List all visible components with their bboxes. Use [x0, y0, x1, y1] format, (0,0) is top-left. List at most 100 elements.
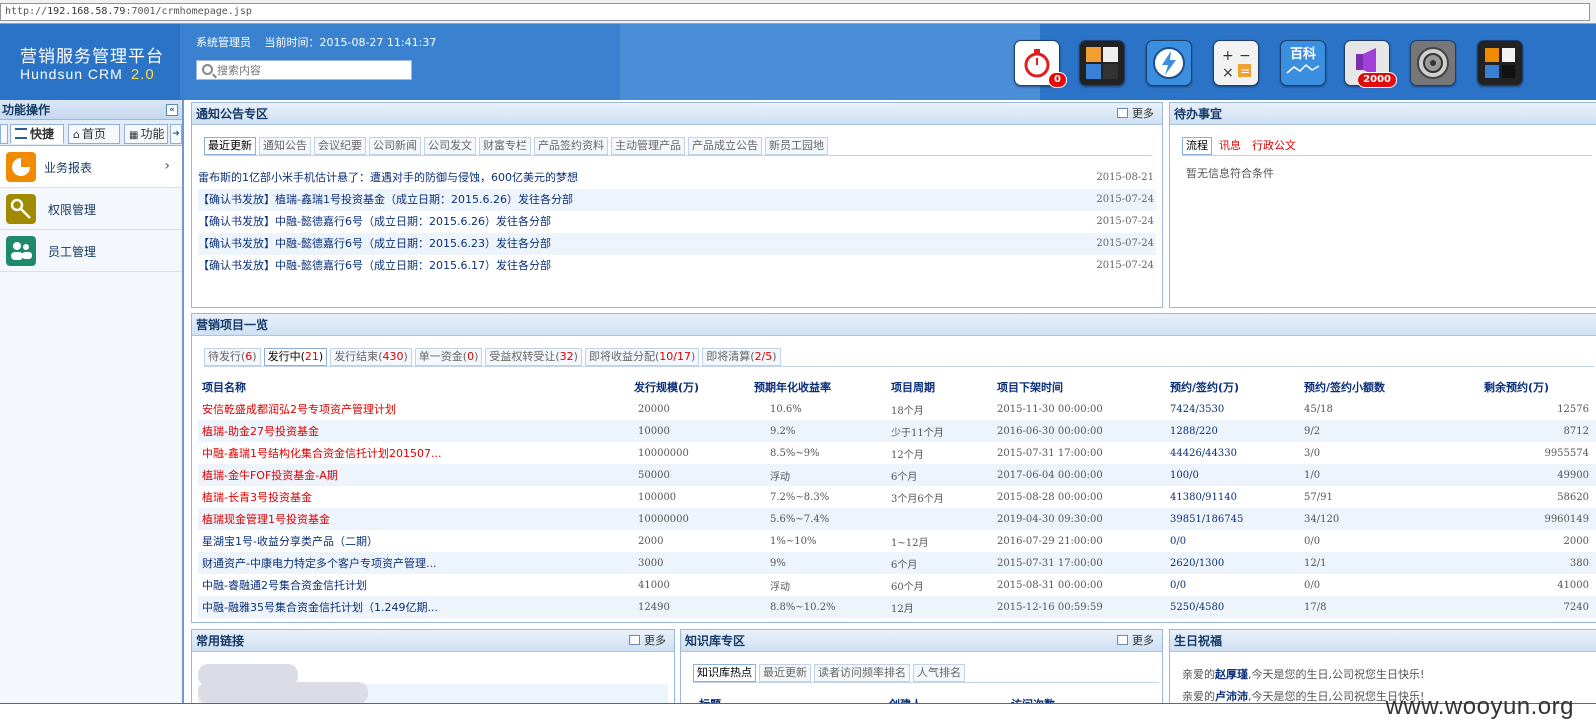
cell-name[interactable]: 星湖宝1号-收益分享类产品（二期）	[198, 530, 634, 552]
cell-sign[interactable]: 7424/3530	[1170, 398, 1304, 420]
cell-name[interactable]: 植瑞现金管理1号投资基金	[198, 508, 634, 530]
cell-sign[interactable]: 2620/1300	[1170, 552, 1304, 574]
search-box[interactable]	[196, 60, 412, 80]
search-icon[interactable]	[202, 64, 213, 75]
cell-small: 0/0	[1304, 579, 1321, 591]
notice-item[interactable]: 【确认书发放】中融-懿德嘉行6号（成立日期：2015.6.17）发往各分部	[198, 255, 551, 277]
announcement-icon[interactable]: 2000	[1344, 40, 1397, 88]
sidebar-item-reports[interactable]: 业务报表 ›	[0, 146, 182, 188]
tiles-icon[interactable]	[1477, 40, 1523, 86]
cell-name[interactable]: 植瑞-金牛FOF投资基金-A期	[198, 464, 634, 486]
sidebar-item-permissions[interactable]: 权限管理	[0, 188, 182, 230]
tab-admin-docs[interactable]: 行政公文	[1248, 137, 1300, 155]
birthday-name: 卢沛沛	[1215, 690, 1248, 703]
cell-name[interactable]: 中融-融雅35号集合资金信托计划（1.249亿期...	[198, 596, 634, 618]
cell-sign[interactable]: 39851/186745	[1170, 508, 1304, 530]
tab-scroll-left[interactable]	[0, 124, 8, 144]
knowledge-tabs: 知识库热点 最近更新 读者访问频率排名 人气排名	[693, 664, 965, 682]
tab-liquidation[interactable]: 即将清算(2/5)	[702, 348, 781, 366]
cell-sign[interactable]: 1288/220	[1170, 420, 1304, 442]
tab-single-fund[interactable]: 单一资金(0)	[414, 348, 483, 366]
tab-new-staff[interactable]: 新员工园地	[765, 137, 828, 155]
lightning-icon[interactable]	[1146, 40, 1192, 86]
table-row[interactable]: 植瑞现金管理1号投资基金 10000000 5.6%~7.4% 2019-04-30 …	[198, 508, 1596, 530]
cell-remain: 7240	[1434, 596, 1596, 618]
calculator-icon[interactable]: + − × =	[1213, 40, 1259, 86]
tab-messages[interactable]: 讯息	[1215, 137, 1245, 155]
table-row[interactable]: 植瑞-金牛FOF投资基金-A期 50000 浮动 6个月 2017-06-04 00:0…	[198, 464, 1596, 486]
collapse-icon[interactable]: «	[166, 104, 178, 116]
cell-name[interactable]: 中融-鑫瑞1号结构化集合资金信托计划201507...	[198, 442, 634, 464]
table-row[interactable]: 星湖宝1号-收益分享类产品（二期） 2000 1%~10% 1~12月 2016-07-…	[198, 530, 1596, 552]
tab-workflow[interactable]: 流程	[1182, 137, 1212, 155]
cell-sign[interactable]: 41380/91140	[1170, 486, 1304, 508]
tab-scroll-right-icon[interactable]: ➜	[170, 124, 182, 144]
table-row[interactable]: 财通资产-中康电力特定多个客户专项资产管理... 3000 9% 6个月 2015-07…	[198, 552, 1596, 574]
cell-name[interactable]: 植瑞-助金27号投资基金	[198, 420, 634, 442]
birthday-message: 亲爱的赵厚瑾,今天是您的生日,公司祝您生日快乐!	[1182, 666, 1424, 682]
wiki-icon[interactable]: 百科	[1280, 40, 1326, 86]
cell-name[interactable]: 安信乾盛成都润弘2号专项资产管理计划	[198, 398, 634, 420]
table-row[interactable]: 中融-睿融通2号集合资金信托计划 41000 浮动 60个月 2015-08-31 00…	[198, 574, 1596, 596]
notice-item[interactable]: 【确认书发放】中融-懿德嘉行6号（成立日期：2015.6.26）发往各分部	[198, 211, 551, 233]
tab-home[interactable]: ⌂ 首页	[68, 124, 120, 144]
table-row[interactable]: 中融-融雅35号集合资金信托计划（1.249亿期... 12490 8.8%~10.…	[198, 596, 1596, 618]
tab-minutes[interactable]: 会议纪要	[314, 137, 366, 155]
cell-name[interactable]: 财通资产-中康电力特定多个客户专项资产管理...	[198, 552, 634, 574]
table-row[interactable]: 植瑞-助金27号投资基金 10000 9.2% 少于11个月 2016-06-30 00…	[198, 420, 1596, 442]
url-field[interactable]: http://192.168.58.79:7001/crmhomepage.js…	[0, 3, 1590, 21]
col-header: 预期年化收益率	[754, 381, 831, 394]
table-row[interactable]: 安信乾盛成都润弘2号专项资产管理计划 20000 10.6% 18个月 2015-11-…	[198, 398, 1596, 420]
stopwatch-icon[interactable]: 0	[1014, 40, 1067, 88]
cell-scale: 50000	[634, 464, 734, 486]
cell-small: 0/0	[1304, 535, 1321, 547]
tab-issue-ended[interactable]: 发行结束(430)	[330, 348, 412, 366]
notice-more-link[interactable]: 更多	[1117, 103, 1154, 125]
cell-scale: 41000	[638, 579, 670, 591]
cell-sign[interactable]: 0/0	[1170, 530, 1304, 552]
links-more-link[interactable]: 更多	[629, 630, 666, 652]
tab-beneficiary-transfer[interactable]: 受益权转受让(32)	[485, 348, 582, 366]
tab-company-docs[interactable]: 公司发文	[424, 137, 476, 155]
cell-name[interactable]: 植瑞-长青3号投资基金	[198, 486, 634, 508]
tab-product-launch[interactable]: 产品成立公告	[688, 137, 762, 155]
table-row[interactable]: 植瑞-长青3号投资基金 100000 7.2%~8.3% 3个月6个月 2015-08-…	[198, 486, 1596, 508]
safe-dial-icon[interactable]	[1410, 40, 1456, 86]
cell-period: 60个月	[891, 581, 924, 593]
notice-more-label: 更多	[1132, 107, 1154, 120]
tab-recent[interactable]: 最近更新	[204, 137, 256, 155]
calendar-tools-icon[interactable]	[1079, 40, 1125, 86]
tab-functions[interactable]: ▦ 功能	[124, 124, 168, 144]
sidebar-item-staff[interactable]: 员工管理	[0, 230, 182, 272]
tab-underline	[204, 366, 1594, 367]
tab-income-distribution[interactable]: 即将收益分配(10/17)	[584, 348, 700, 366]
notice-item[interactable]: 【确认书发放】植瑞-鑫瑞1号投资基金（成立日期：2015.6.26）发往各分部	[198, 189, 573, 211]
tab-latest[interactable]: 最近更新	[759, 664, 811, 682]
cell-small: 1/0	[1304, 464, 1434, 486]
notice-item[interactable]: 雷布斯的1亿部小米手机估计悬了：遭遇对手的防御与侵蚀，600亿美元的梦想	[198, 167, 578, 189]
cell-sign[interactable]: 44426/44330	[1170, 442, 1304, 464]
search-input[interactable]	[217, 62, 407, 78]
tab-quick[interactable]: 快捷	[10, 124, 64, 144]
tab-product-contracts[interactable]: 产品签约资料	[534, 137, 608, 155]
cell-sign[interactable]: 0/0	[1170, 574, 1304, 596]
tab-wealth-column[interactable]: 财富专栏	[479, 137, 531, 155]
knowledge-more-link[interactable]: 更多	[1117, 630, 1154, 652]
tab-notices[interactable]: 通知公告	[259, 137, 311, 155]
table-row[interactable]: 中融-鑫瑞1号结构化集合资金信托计划201507... 10000000 8.5%~…	[198, 442, 1596, 464]
tab-hot[interactable]: 知识库热点	[693, 664, 756, 682]
cell-sign[interactable]: 5250/4580	[1170, 596, 1304, 618]
tab-popularity[interactable]: 人气排名	[913, 664, 965, 682]
tab-active-products[interactable]: 主动管理产品	[611, 137, 685, 155]
tab-visit-rank[interactable]: 读者访问频率排名	[814, 664, 910, 682]
cell-name[interactable]: 中融-睿融通2号集合资金信托计划	[198, 574, 634, 596]
cell-end: 2015-11-30 00:00:00	[997, 403, 1103, 415]
cell-rate: 1%~10%	[770, 535, 817, 547]
tab-pending-issue[interactable]: 待发行(6)	[204, 348, 261, 366]
cell-sign[interactable]: 100/0	[1170, 464, 1304, 486]
tab-issuing[interactable]: 发行中(21)	[263, 348, 328, 366]
notice-panel: 通知公告专区 更多 最近更新 通知公告 会议纪要 公司新闻 公司发文 财富专栏 …	[191, 102, 1163, 308]
blurred-link[interactable]	[198, 682, 368, 704]
tab-company-news[interactable]: 公司新闻	[369, 137, 421, 155]
notice-item[interactable]: 【确认书发放】中融-懿德嘉行6号（成立日期：2015.6.23）发往各分部	[198, 233, 551, 255]
